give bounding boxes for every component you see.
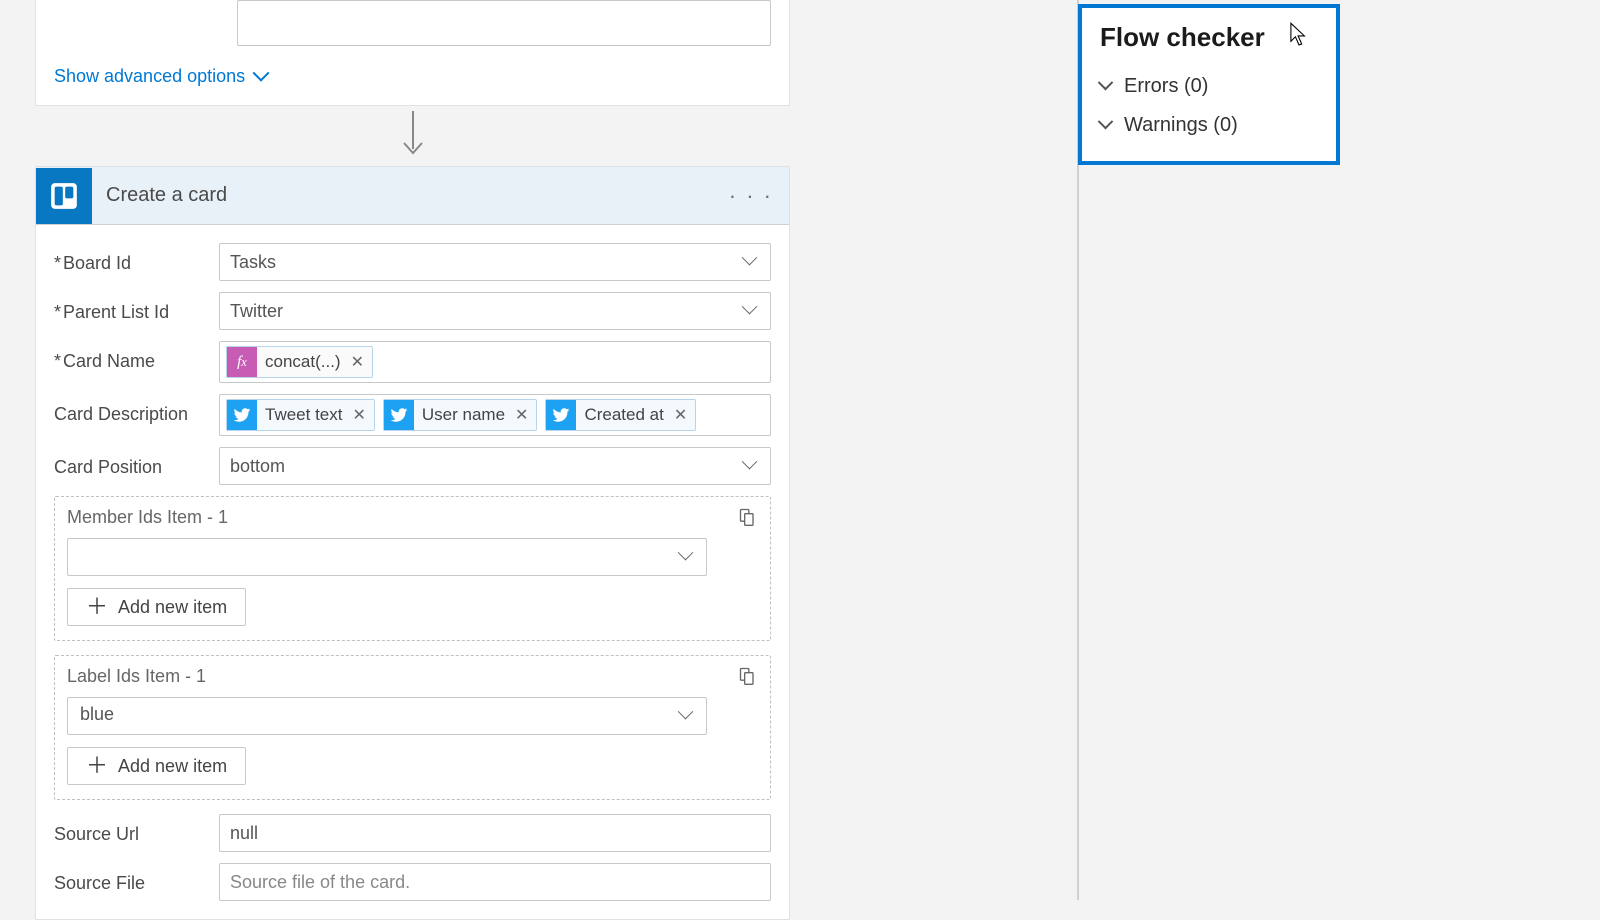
fx-icon: fx: [227, 347, 257, 377]
plus-icon: ＋: [86, 596, 108, 618]
source-url-value: null: [230, 823, 258, 844]
twitter-icon: [227, 400, 257, 430]
card-description-label: Card Description: [54, 394, 219, 425]
label-ids-group: Label Ids Item - 1 blue ＋ Add new item: [54, 655, 771, 800]
chevron-down-icon: [744, 459, 758, 473]
dynamic-token-user-name[interactable]: User name ✕: [383, 399, 538, 431]
card-position-label: Card Position: [54, 447, 219, 478]
parent-list-id-select[interactable]: Twitter: [219, 292, 771, 330]
action-header[interactable]: Create a card · · ·: [36, 167, 789, 225]
board-id-label: *Board Id: [54, 243, 219, 274]
label-ids-group-label: Label Ids Item - 1: [67, 666, 758, 687]
member-ids-group-label: Member Ids Item - 1: [67, 507, 758, 528]
dynamic-token-tweet-text[interactable]: Tweet text ✕: [226, 399, 375, 431]
flow-checker-title: Flow checker: [1100, 22, 1318, 53]
label-ids-value: blue: [80, 704, 114, 724]
show-advanced-options-label: Show advanced options: [54, 66, 245, 87]
source-url-label: Source Url: [54, 814, 219, 845]
token-text: Created at: [584, 405, 663, 425]
token-remove-icon[interactable]: ✕: [515, 405, 528, 425]
source-file-label: Source File: [54, 863, 219, 894]
chevron-down-icon: [255, 70, 269, 84]
action-body: *Board Id Tasks *Parent List Id Twitter …: [36, 225, 789, 919]
flow-canvas: Show advanced options Create a card · · …: [35, 0, 790, 920]
add-label-id-button[interactable]: ＋ Add new item: [67, 747, 246, 785]
twitter-icon: [384, 400, 414, 430]
flow-connector-arrow: [35, 106, 790, 166]
switch-array-mode-button[interactable]: [736, 505, 760, 529]
source-url-input[interactable]: null: [219, 814, 771, 852]
chevron-down-icon: [680, 550, 694, 564]
errors-label: Errors (0): [1124, 75, 1208, 98]
chevron-down-icon: [744, 255, 758, 269]
chevron-down-icon: [1100, 119, 1114, 133]
source-file-placeholder: Source file of the card.: [230, 872, 410, 893]
token-text: User name: [422, 405, 505, 425]
card-description-field[interactable]: Tweet text ✕ User name ✕ C: [219, 394, 771, 436]
member-ids-group: Member Ids Item - 1 ＋ Add new item: [54, 496, 771, 641]
card-position-value: bottom: [230, 456, 285, 477]
flow-checker-warnings-row[interactable]: Warnings (0): [1100, 106, 1318, 145]
show-advanced-options-toggle[interactable]: Show advanced options: [54, 66, 269, 87]
plus-icon: ＋: [86, 755, 108, 777]
token-remove-icon[interactable]: ✕: [674, 405, 687, 425]
twitter-icon: [546, 400, 576, 430]
action-title: Create a card: [106, 184, 715, 207]
token-remove-icon[interactable]: ✕: [351, 352, 364, 372]
add-button-label: Add new item: [118, 756, 227, 777]
board-id-value: Tasks: [230, 252, 276, 273]
token-text: concat(...): [265, 352, 341, 372]
add-button-label: Add new item: [118, 597, 227, 618]
token-remove-icon[interactable]: ✕: [352, 405, 365, 425]
parent-list-id-label: *Parent List Id: [54, 292, 219, 323]
trello-icon: [36, 168, 92, 224]
source-file-input[interactable]: Source file of the card.: [219, 863, 771, 901]
parent-list-id-value: Twitter: [230, 301, 283, 322]
add-member-id-button[interactable]: ＋ Add new item: [67, 588, 246, 626]
chevron-down-icon: [680, 709, 694, 723]
create-card-action: Create a card · · · *Board Id Tasks *Par…: [35, 166, 790, 920]
board-id-select[interactable]: Tasks: [219, 243, 771, 281]
flow-checker-errors-row[interactable]: Errors (0): [1100, 67, 1318, 106]
warnings-label: Warnings (0): [1124, 114, 1238, 137]
previous-action-field[interactable]: [237, 0, 771, 46]
card-name-label: *Card Name: [54, 341, 219, 372]
token-text: Tweet text: [265, 405, 342, 425]
previous-action-card: Show advanced options: [35, 0, 790, 106]
card-name-field[interactable]: fx concat(...) ✕: [219, 341, 771, 383]
action-menu-button[interactable]: · · ·: [729, 183, 773, 209]
dynamic-token-created-at[interactable]: Created at ✕: [545, 399, 696, 431]
chevron-down-icon: [1100, 80, 1114, 94]
member-ids-item-select[interactable]: [67, 538, 707, 576]
switch-array-mode-button[interactable]: [736, 664, 760, 688]
chevron-down-icon: [744, 304, 758, 318]
flow-checker-panel: Flow checker Errors (0) Warnings (0): [1078, 4, 1340, 165]
card-position-select[interactable]: bottom: [219, 447, 771, 485]
label-ids-item-select[interactable]: blue: [67, 697, 707, 735]
expression-token[interactable]: fx concat(...) ✕: [226, 346, 373, 378]
